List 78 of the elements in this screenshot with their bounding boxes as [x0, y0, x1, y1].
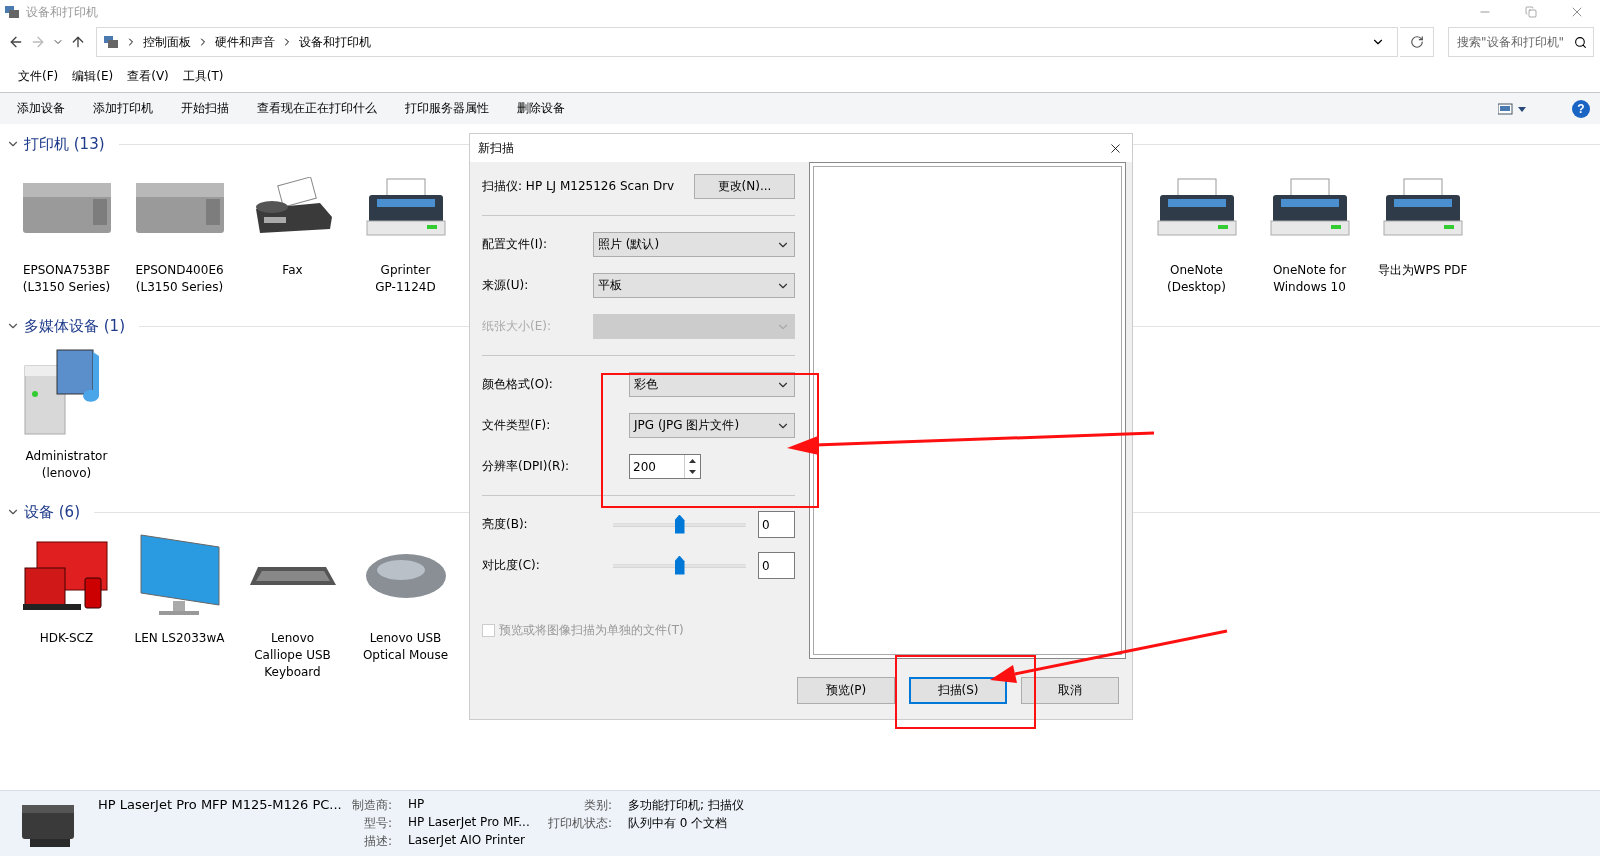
window-title: 设备和打印机 [26, 3, 98, 21]
breadcrumb[interactable]: 控制面板 [143, 33, 191, 51]
field-label: 亮度(B): [482, 516, 529, 533]
field-label: 配置文件(I): [482, 236, 548, 253]
field-label: 来源(U): [482, 277, 530, 294]
scanner-label: 扫描仪: HP LJ M125126 Scan Drv [482, 178, 676, 195]
dropdown[interactable]: 平板 [593, 273, 795, 298]
property-value: LaserJet AIO Printer [407, 833, 526, 849]
slider-thumb[interactable] [674, 514, 685, 534]
field-label: 文件类型(F): [482, 417, 552, 434]
property-value: HP [407, 797, 426, 813]
restore-icon[interactable] [1525, 6, 1537, 18]
property-label: 型号: [362, 815, 392, 832]
change-button[interactable]: 更改(N)... [694, 174, 795, 199]
devices-icon [103, 35, 119, 49]
property-label: 制造商: [350, 797, 392, 814]
search-icon [1574, 35, 1587, 49]
device-label[interactable]: HDK-SCZ [39, 630, 94, 647]
address-bar[interactable]: 控制面板 硬件和声音 设备和打印机 [96, 27, 1398, 57]
device-label[interactable]: EPSONA753BF (L3150 Series) [22, 262, 111, 296]
property-label: 打印机状态: [546, 815, 612, 832]
device-label[interactable]: Lenovo USB Optical Mouse [362, 630, 449, 664]
property-value: 队列中有 0 个文档 [627, 815, 729, 832]
field-label: 纸张大小(E): [482, 318, 552, 335]
view-options-icon[interactable] [1498, 102, 1528, 115]
search-field[interactable]: 搜索"设备和打印机" [1448, 27, 1594, 57]
dropdown[interactable]: 彩色 [629, 372, 795, 397]
devices-icon [4, 5, 20, 19]
property-value: HP LaserJet Pro MF... [407, 815, 531, 831]
value-field[interactable]: 0 [758, 511, 795, 538]
refresh-icon[interactable] [1409, 35, 1424, 49]
checkbox-label: 预览或将图像扫描为单独的文件(T) [499, 622, 684, 639]
toolbar-button[interactable]: 添加设备 [17, 100, 65, 117]
slider-thumb[interactable] [674, 555, 685, 575]
device-label[interactable]: Fax [282, 262, 303, 279]
device-name: HP LaserJet Pro MFP M125-M126 PC... [98, 797, 343, 814]
dropdown[interactable]: JPG (JPG 图片文件) [629, 413, 795, 438]
menu-item[interactable]: 查看(V) [127, 67, 169, 85]
device-label[interactable]: 导出为WPS PDF [1377, 262, 1468, 279]
device-label[interactable]: Lenovo Calliope USB Keyboard [254, 630, 331, 681]
dialog-button[interactable]: 扫描(S) [909, 677, 1007, 704]
menu-item[interactable]: 编辑(E) [72, 67, 114, 85]
help-button[interactable]: ? [1572, 99, 1590, 118]
down-arrow-icon[interactable] [689, 470, 696, 475]
property-value: 多功能打印机; 扫描仪 [627, 797, 744, 814]
group-heading[interactable]: 多媒体设备 (1) [24, 316, 125, 336]
refresh-button[interactable] [1400, 27, 1434, 57]
menu-item[interactable]: 工具(T) [182, 67, 224, 85]
group-heading[interactable]: 打印机 (13) [24, 134, 105, 154]
keyboard-icon [247, 565, 338, 587]
dialog-title: 新扫描 [478, 139, 514, 157]
property-label: 类别: [582, 797, 612, 814]
device-label[interactable]: Gprinter GP-1124D [375, 262, 436, 296]
toolbar-button[interactable]: 添加打印机 [93, 100, 153, 117]
toolbar-button[interactable]: 查看现在正在打印什么 [257, 100, 377, 117]
field-label: 对比度(C): [482, 557, 541, 574]
value-field[interactable]: 0 [758, 552, 795, 579]
group-heading[interactable]: 设备 (6) [24, 502, 80, 522]
device-label[interactable]: Administrator (lenovo) [25, 448, 108, 482]
dialog-button[interactable]: 取消 [1021, 677, 1119, 704]
field-label: 分辨率(DPI)(R): [482, 458, 571, 475]
device-label[interactable]: EPSOND400E6 (L3150 Series) [135, 262, 224, 296]
field-label: 颜色格式(O): [482, 376, 554, 393]
toolbar-button[interactable]: 删除设备 [517, 100, 565, 117]
dropdown[interactable]: 照片 (默认) [593, 232, 795, 257]
toolbar-button[interactable]: 开始扫描 [181, 100, 229, 117]
spin-field[interactable]: 200 [629, 454, 701, 479]
menu-item[interactable]: 文件(F) [18, 67, 59, 85]
dialog-button[interactable]: 预览(P) [797, 677, 895, 704]
device-label[interactable]: OneNote (Desktop) [1167, 262, 1226, 296]
property-label: 描述: [362, 833, 392, 850]
device-label[interactable]: OneNote for Windows 10 [1272, 262, 1347, 296]
toolbar-button[interactable]: 打印服务器属性 [405, 100, 489, 117]
breadcrumb[interactable]: 硬件和声音 [215, 33, 275, 51]
device-label[interactable]: LEN LS2033wA [134, 630, 225, 647]
spin-input[interactable]: 200 [630, 455, 684, 478]
up-arrow-icon[interactable] [689, 458, 696, 463]
breadcrumb[interactable]: 设备和打印机 [299, 33, 371, 51]
